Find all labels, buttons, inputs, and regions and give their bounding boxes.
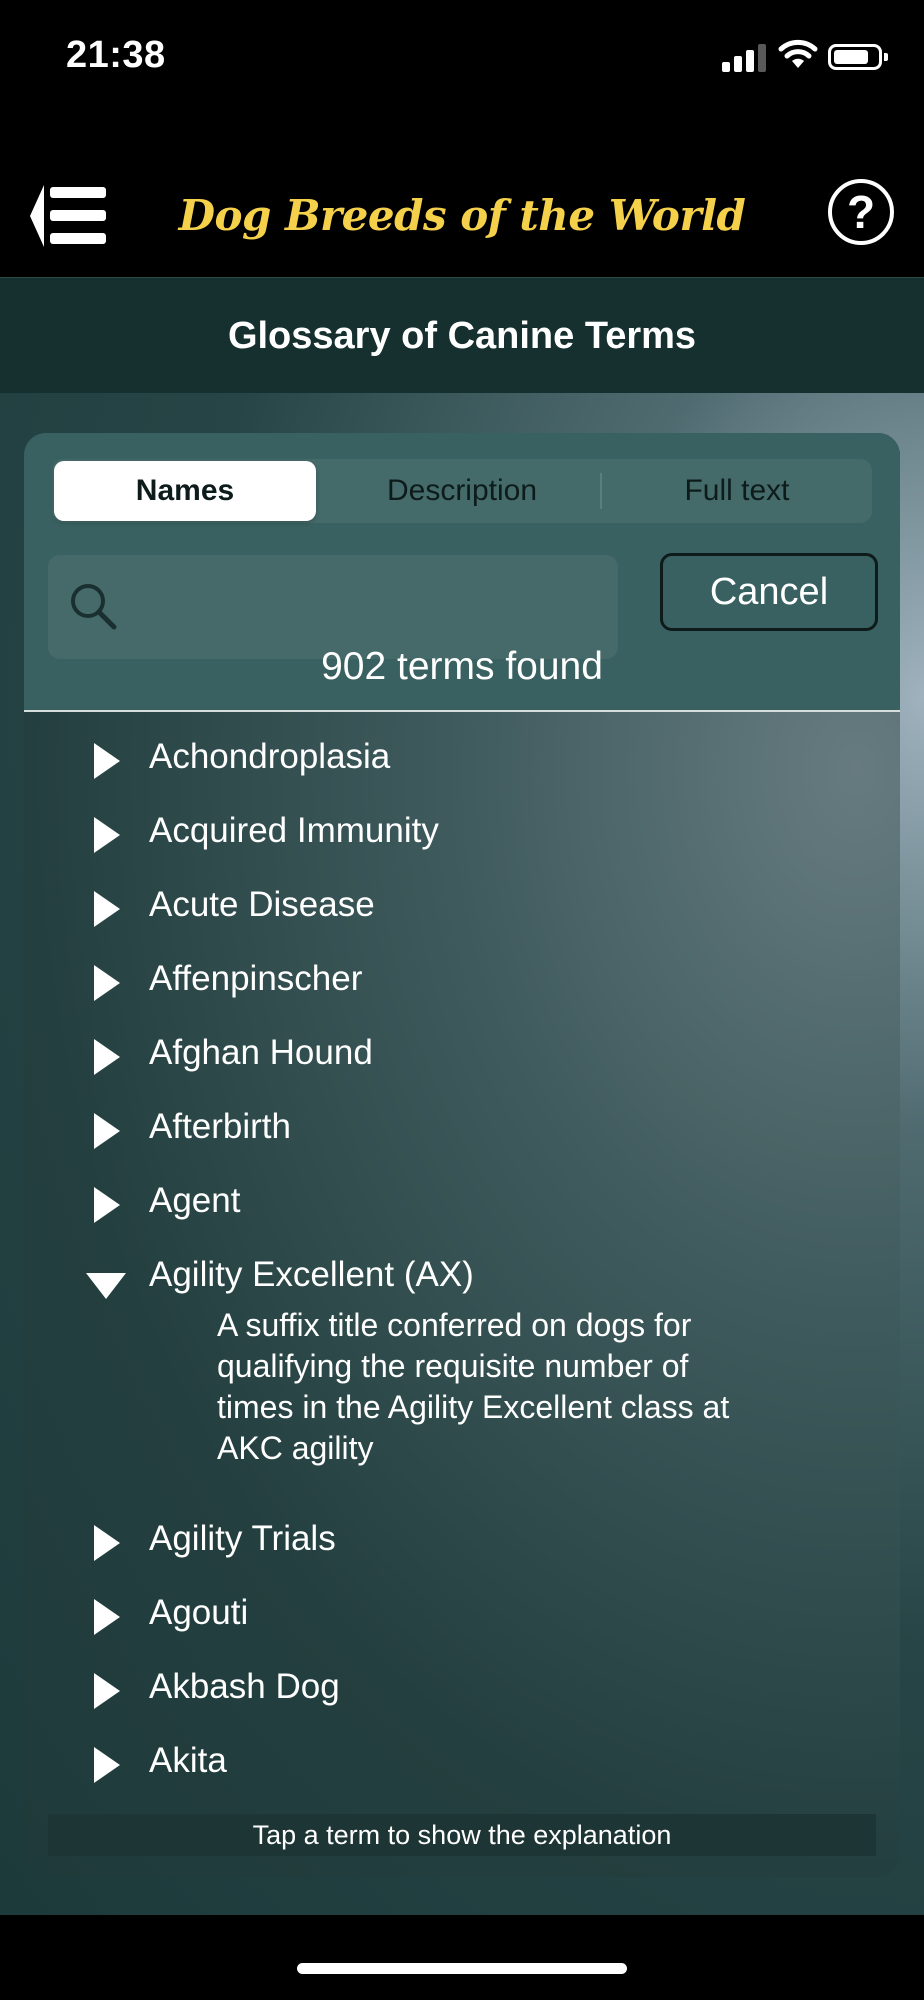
search-mode-segmented-control: Names Description Full text: [52, 459, 872, 523]
term-row[interactable]: Akbash Dog: [24, 1651, 900, 1725]
term-row[interactable]: Acute Disease: [24, 869, 900, 943]
term-label[interactable]: Agility Excellent (AX): [149, 1255, 474, 1295]
search-input[interactable]: [48, 555, 618, 659]
disclosure-triangle-right-icon[interactable]: [94, 1039, 120, 1075]
page-title: Glossary of Canine Terms: [227, 315, 697, 357]
term-label[interactable]: Agouti: [149, 1593, 248, 1633]
term-label[interactable]: Acute Disease: [149, 885, 375, 925]
app-title: Dog Breeds of the World: [178, 191, 746, 240]
disclosure-triangle-right-icon[interactable]: [94, 1747, 120, 1783]
term-label[interactable]: Agility Trials: [149, 1519, 336, 1559]
term-row[interactable]: Agouti: [24, 1577, 900, 1651]
term-row[interactable]: Agility Trials: [24, 1503, 900, 1577]
term-description: A suffix title conferred on dogs for qua…: [217, 1307, 730, 1466]
term-row[interactable]: Afghan Hound: [24, 1017, 900, 1091]
search-area: Names Description Full text Cancel 902 t…: [24, 433, 900, 710]
status-time: 21:38: [66, 34, 166, 76]
disclosure-triangle-right-icon[interactable]: [94, 1113, 120, 1149]
segment-names[interactable]: Names: [54, 461, 316, 521]
page-header: Glossary of Canine Terms: [0, 277, 924, 394]
term-label[interactable]: Acquired Immunity: [149, 811, 439, 851]
segment-description[interactable]: Description: [326, 459, 598, 523]
cellular-signal-icon: [722, 40, 766, 72]
term-label[interactable]: Afterbirth: [149, 1107, 291, 1147]
term-row[interactable]: Afterbirth: [24, 1091, 900, 1165]
search-icon: [71, 584, 117, 630]
term-label[interactable]: Achondroplasia: [149, 737, 390, 777]
disclosure-triangle-right-icon[interactable]: [94, 1187, 120, 1223]
home-indicator[interactable]: [297, 1963, 627, 1974]
term-label[interactable]: Agent: [149, 1181, 240, 1221]
disclosure-triangle-right-icon[interactable]: [94, 965, 120, 1001]
segment-divider: [600, 473, 602, 509]
wifi-icon: [778, 39, 818, 68]
disclosure-triangle-right-icon[interactable]: [94, 817, 120, 853]
disclosure-triangle-right-icon[interactable]: [94, 891, 120, 927]
disclosure-triangle-right-icon[interactable]: [94, 1599, 120, 1635]
term-label[interactable]: Akita: [149, 1741, 227, 1781]
term-row[interactable]: Agility Excellent (AX): [24, 1239, 900, 1313]
disclosure-triangle-right-icon[interactable]: [94, 743, 120, 779]
term-row[interactable]: Akita: [24, 1725, 900, 1799]
term-row[interactable]: Achondroplasia: [24, 721, 900, 795]
cancel-button[interactable]: Cancel: [660, 553, 878, 631]
bottom-bar: [0, 1915, 924, 2000]
segment-full-text[interactable]: Full text: [604, 459, 870, 523]
results-count: 902 terms found: [321, 645, 603, 688]
term-label[interactable]: Akbash Dog: [149, 1667, 340, 1707]
nav-bar: Dog Breeds of the World ?: [0, 115, 924, 277]
disclosure-triangle-right-icon[interactable]: [94, 1525, 120, 1561]
term-label[interactable]: Afghan Hound: [149, 1033, 373, 1073]
menu-icon[interactable]: [30, 185, 110, 247]
glossary-panel: Names Description Full text Cancel 902 t…: [24, 433, 900, 1877]
disclosure-triangle-down-icon[interactable]: [86, 1273, 126, 1299]
disclosure-triangle-right-icon[interactable]: [94, 1673, 120, 1709]
term-row[interactable]: Acquired Immunity: [24, 795, 900, 869]
battery-icon: [828, 44, 888, 70]
help-button[interactable]: ?: [828, 179, 894, 245]
hint-text: Tap a term to show the explanation: [48, 1814, 876, 1856]
term-label[interactable]: Affenpinscher: [149, 959, 362, 999]
status-bar: 21:38: [0, 0, 924, 115]
term-row[interactable]: Agent: [24, 1165, 900, 1239]
term-row[interactable]: Affenpinscher: [24, 943, 900, 1017]
